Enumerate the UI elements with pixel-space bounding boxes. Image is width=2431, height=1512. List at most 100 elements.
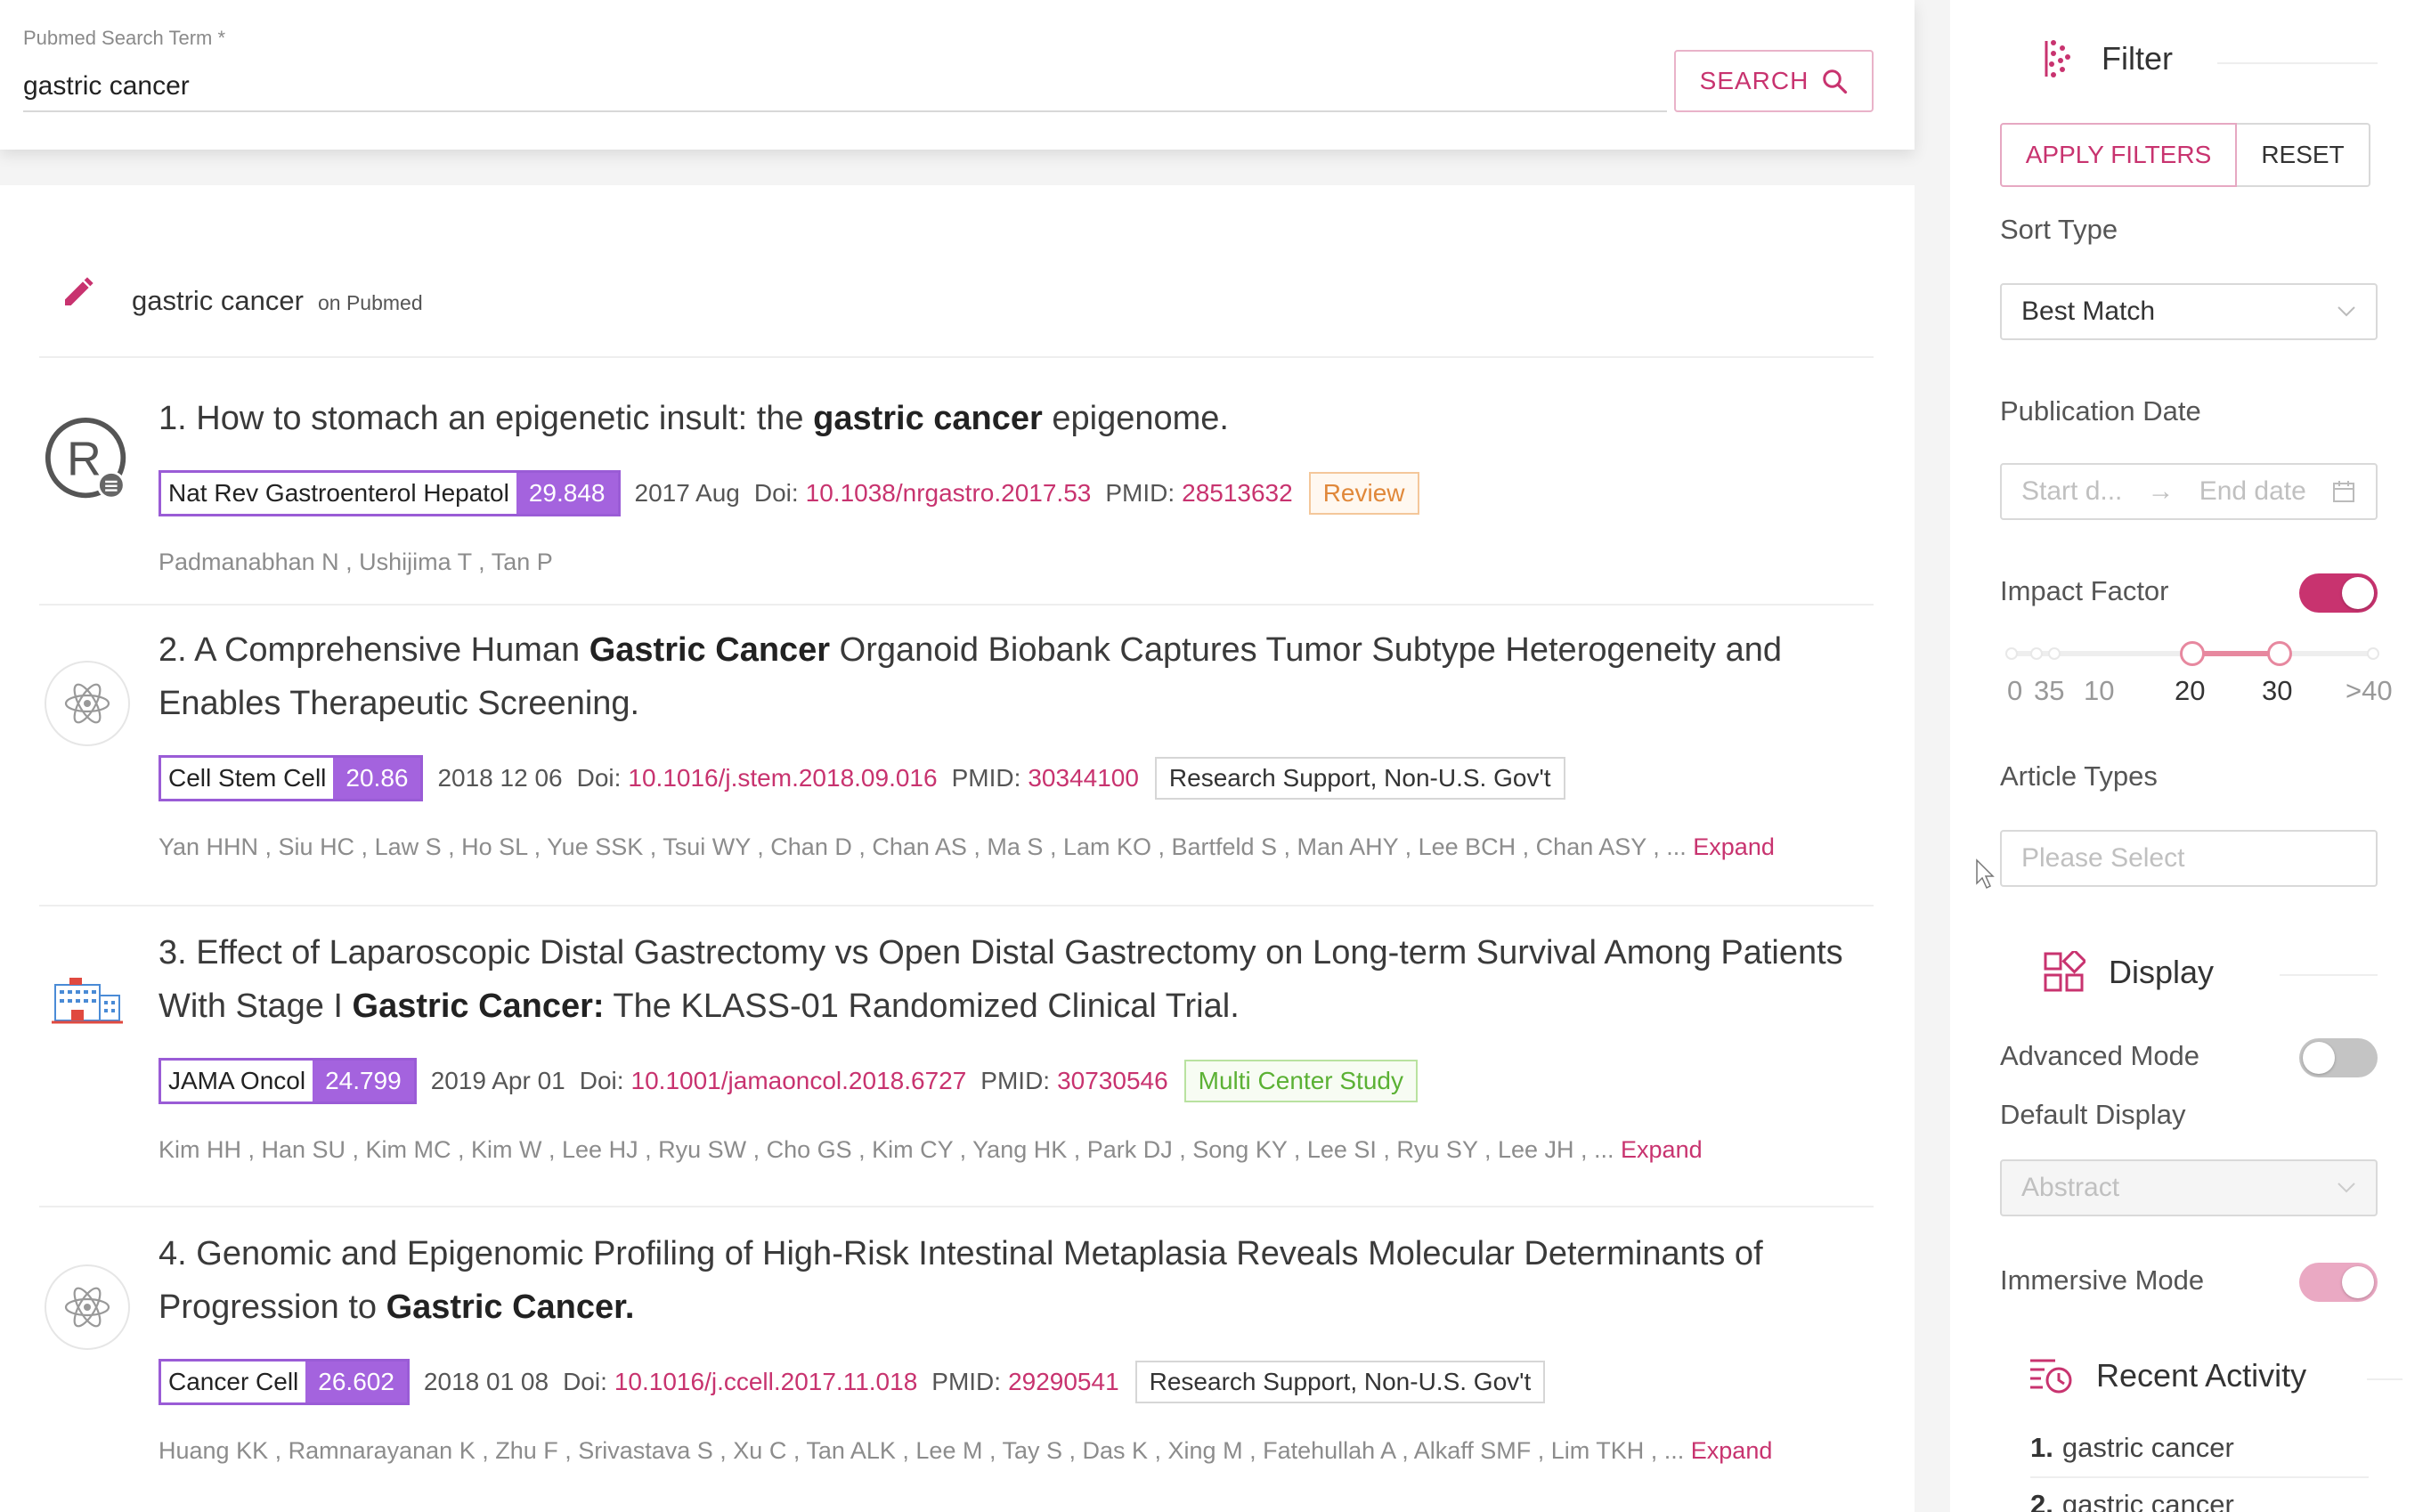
advanced-mode-toggle[interactable] [2299,1038,2378,1077]
grid-icon [2044,951,2085,992]
journal-tag[interactable]: Nat Rev Gastroenterol Hepatol 29.848 [159,470,621,516]
pmid-label: PMID: [951,764,1021,792]
toggle-knob [2342,1266,2374,1298]
doi-label: Doi: [563,1368,607,1395]
article-meta: Cancer Cell 26.602 2018 01 08 Doi: 10.10… [159,1359,1546,1405]
recent-activity-item[interactable]: 2. gastric cancer [2030,1489,2234,1512]
article-title[interactable]: 1. How to stomach an epigenetic insult: … [159,392,1868,445]
atom-icon [45,1264,130,1350]
results-list: gastric cancer on Pubmed R 1. How to sto… [0,185,1915,1512]
start-date-input[interactable]: Start d... [2021,476,2122,507]
svg-text:R: R [67,432,102,485]
recent-activity-title: Recent Activity [2096,1357,2307,1394]
search-button-label: SEARCH [1699,67,1809,94]
slider-dot [2005,647,2018,660]
article-meta: Cell Stem Cell 20.86 2018 12 06 Doi: 10.… [159,755,1565,801]
filter-title: Filter [2102,40,2173,77]
atom-icon [45,661,130,746]
divider [39,604,1874,606]
default-display-label: Default Display [2000,1099,2186,1130]
doi-link[interactable]: 10.1001/jamaoncol.2018.6727 [631,1067,967,1095]
article-title[interactable]: 4. Genomic and Epigenomic Profiling of H… [159,1227,1868,1334]
impact-factor: 24.799 [313,1061,414,1101]
impact-factor: 26.602 [305,1362,407,1402]
doi-label: Doi: [579,1067,624,1094]
slider-mark: >40 [2346,675,2393,706]
apply-filters-button[interactable]: APPLY FILTERS [2000,123,2237,187]
sort-type-select[interactable]: Best Match [2000,283,2378,340]
doi-link[interactable]: 10.1038/nrgastro.2017.53 [806,479,1092,508]
pmid-label: PMID: [931,1368,1002,1395]
journal-tag[interactable]: JAMA Oncol 24.799 [159,1058,417,1104]
doi-link[interactable]: 10.1016/j.ccell.2017.11.018 [614,1368,917,1396]
pencil-icon[interactable] [61,274,96,310]
slider-dot [2048,647,2061,660]
doi-label: Doi: [576,764,622,792]
search-bar: Pubmed Search Term * SEARCH [0,0,1915,150]
publication-date-label: Publication Date [2000,395,2201,427]
impact-slider-max-handle[interactable] [2267,641,2292,666]
filter-icon [2045,40,2070,77]
divider [2280,974,2378,976]
impact-factor-label: Impact Factor [2000,575,2169,606]
expand-link[interactable]: Expand [1691,1437,1773,1464]
slider-dot [2367,647,2379,660]
impact-factor: 29.848 [516,473,618,514]
pmid-label: PMID: [1105,479,1175,507]
registered-icon: R [45,417,130,502]
toggle-knob [2342,577,2374,609]
calendar-icon [2332,481,2354,502]
toggle-knob [2303,1042,2335,1074]
divider [2217,62,2378,64]
article-title[interactable]: 2. A Comprehensive Human Gastric Cancer … [159,623,1868,730]
article-meta: JAMA Oncol 24.799 2019 Apr 01 Doi: 10.10… [159,1058,1418,1104]
search-button[interactable]: SEARCH [1674,50,1874,112]
advanced-mode-label: Advanced Mode [2000,1040,2200,1071]
journal-name: JAMA Oncol [161,1061,313,1101]
default-display-select[interactable]: Abstract [2000,1159,2378,1216]
journal-tag[interactable]: Cell Stem Cell 20.86 [159,755,424,801]
search-input[interactable] [23,62,1667,112]
expand-link[interactable]: Expand [1693,833,1775,860]
query-term: gastric cancer [132,285,304,316]
divider [39,356,1874,358]
author-list: Kim HH , Han SU , Kim MC , Kim W , Lee H… [159,1136,1703,1163]
pub-date: 2019 Apr 01 [430,1067,565,1094]
pmid-link[interactable]: 29290541 [1008,1368,1119,1396]
impact-slider-min-handle[interactable] [2180,641,2205,666]
doi-label: Doi: [753,479,799,507]
article-types-placeholder: Please Select [2021,843,2185,873]
slider-mark: 10 [2084,675,2115,706]
pmid-link[interactable]: 30344100 [1028,764,1139,793]
author-list: Padmanabhan N , Ushijima T , Tan P [159,549,553,575]
pmid-link[interactable]: 28513632 [1182,479,1293,508]
filter-header: Filter [2041,37,2173,80]
date-range-picker[interactable]: Start d... → End date [2000,463,2378,520]
divider [39,905,1874,906]
article-types-select[interactable]: Please Select [2000,830,2378,887]
article-title[interactable]: 3. Effect of Laparoscopic Distal Gastrec… [159,926,1868,1033]
divider [39,1206,1874,1207]
immersive-mode-toggle[interactable] [2299,1263,2378,1302]
expand-link[interactable]: Expand [1621,1136,1703,1163]
doi-link[interactable]: 10.1016/j.stem.2018.09.016 [628,764,937,793]
arrow-right-icon: → [2147,476,2175,506]
reset-button[interactable]: RESET [2237,123,2370,187]
query-header: gastric cancer on Pubmed [61,274,423,317]
pub-date: 2018 01 08 [423,1368,549,1395]
display-title: Display [2109,954,2215,990]
divider [2030,1476,2369,1478]
query-source: on Pubmed [317,291,423,314]
pub-type-tag: Research Support, Non-U.S. Gov't [1134,1361,1546,1403]
journal-tag[interactable]: Cancer Cell 26.602 [159,1359,410,1405]
chevron-down-icon [2338,1183,2355,1193]
slider-mark: 35 [2034,675,2065,706]
impact-factor-toggle[interactable] [2299,573,2378,613]
default-display-value: Abstract [2021,1173,2120,1202]
pub-date: 2017 Aug [634,479,740,507]
pmid-link[interactable]: 30730546 [1057,1067,1168,1095]
pub-date: 2018 12 06 [437,764,563,792]
article-types-label: Article Types [2000,760,2158,792]
recent-activity-item[interactable]: 1. gastric cancer [2030,1432,2234,1464]
end-date-input[interactable]: End date [2199,476,2306,507]
